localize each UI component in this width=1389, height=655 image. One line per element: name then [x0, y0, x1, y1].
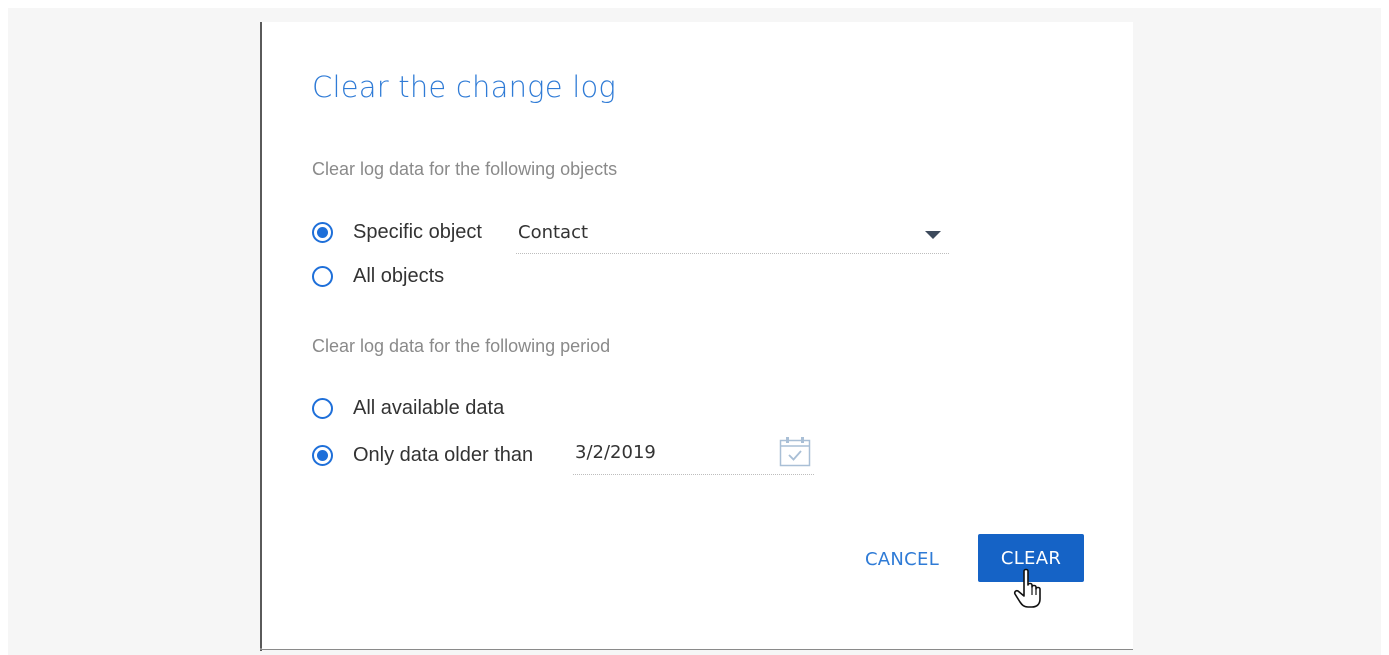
period-section-label: Clear log data for the following period [312, 336, 611, 356]
object-lookup-field[interactable]: Contact [516, 215, 949, 254]
radio-button-checked[interactable] [312, 221, 333, 243]
radio-label-specific-object: Specific object [353, 220, 482, 243]
calendar-icon[interactable] [778, 434, 812, 468]
date-input-field[interactable]: 3/2/2019 [573, 432, 814, 475]
radio-label-all-available-data: All available data [353, 396, 505, 419]
radio-label-only-data-older-than: Only data older than [353, 443, 534, 466]
dropdown-arrow-icon[interactable] [925, 231, 941, 239]
radio-only-data-older-than[interactable]: Only data older than [312, 440, 533, 470]
radio-all-available-data[interactable]: All available data [312, 393, 504, 423]
radio-button-unchecked[interactable] [312, 265, 333, 287]
clear-change-log-dialog: Clear the change log Clear log data for … [262, 22, 1133, 649]
objects-section-label: Clear log data for the following objects [312, 159, 618, 179]
object-lookup-value: Contact [518, 222, 589, 243]
radio-specific-object[interactable]: Specific object [312, 217, 482, 247]
radio-button-unchecked[interactable] [312, 397, 333, 419]
radio-label-all-objects: All objects [353, 264, 445, 287]
dialog-title: Clear the change log [312, 70, 617, 104]
cancel-button[interactable]: CANCEL [852, 536, 952, 582]
radio-button-checked[interactable] [312, 444, 333, 466]
date-value: 3/2/2019 [575, 442, 656, 463]
hand-pointer-cursor [1013, 568, 1041, 608]
radio-all-objects[interactable]: All objects [312, 261, 444, 291]
